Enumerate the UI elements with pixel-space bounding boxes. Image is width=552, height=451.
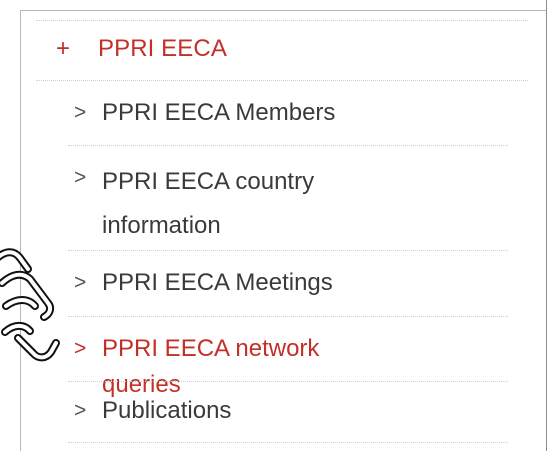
menu-item-label[interactable]: PPRI EECA Meetings xyxy=(102,265,333,301)
menu-item-ppri-eeca-meetings[interactable]: > PPRI EECA Meetings xyxy=(74,265,333,301)
menu-section-ppri-eeca[interactable]: + PPRI EECA xyxy=(56,32,227,66)
hand-pointer-cursor-icon xyxy=(0,248,60,362)
section-title[interactable]: PPRI EECA xyxy=(98,35,227,63)
panel-right-edge xyxy=(546,0,552,451)
divider xyxy=(68,250,508,251)
divider xyxy=(68,381,508,382)
divider-after-header xyxy=(36,80,528,81)
menu-item-publications[interactable]: > Publications xyxy=(74,393,231,429)
chevron-right-icon: > xyxy=(74,399,87,422)
menu-item-label[interactable]: PPRI EECA Members xyxy=(102,95,335,131)
menu-item-ppri-eeca-members[interactable]: > PPRI EECA Members xyxy=(74,95,335,131)
menu-item-label[interactable]: PPRI EECA country information xyxy=(102,160,402,248)
divider xyxy=(68,145,508,146)
chevron-right-icon: > xyxy=(74,166,87,189)
menu-item-label[interactable]: Publications xyxy=(102,393,231,429)
divider-top xyxy=(36,20,528,21)
chevron-right-icon: > xyxy=(74,271,87,294)
divider xyxy=(68,442,508,443)
expand-plus-icon[interactable]: + xyxy=(56,35,98,63)
sidebar-menu-screenshot: + PPRI EECA > PPRI EECA Members > PPRI E… xyxy=(0,0,552,451)
chevron-right-icon: > xyxy=(74,101,87,124)
menu-item-ppri-eeca-country-information[interactable]: > PPRI EECA country information xyxy=(74,160,402,248)
divider xyxy=(68,316,508,317)
